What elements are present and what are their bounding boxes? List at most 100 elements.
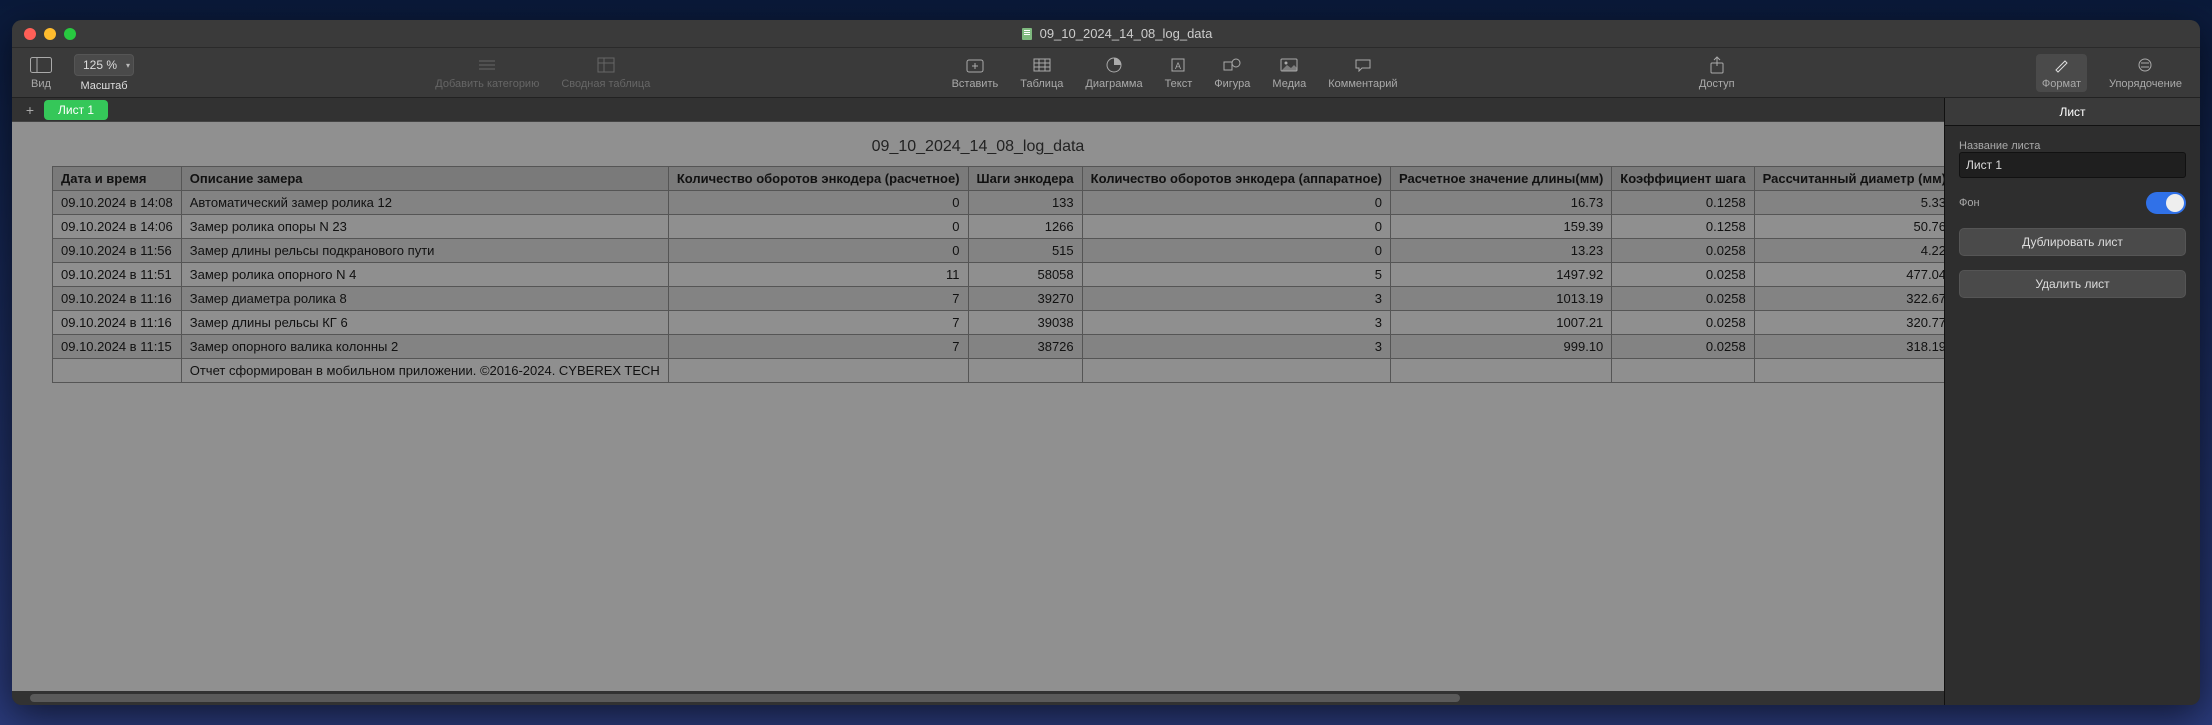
minimize-window-button[interactable] [44,28,56,40]
table-cell[interactable]: 0.1258 [1612,191,1754,215]
column-header[interactable]: Количество оборотов энкодера (аппаратное… [1082,167,1390,191]
data-table[interactable]: Дата и времяОписание замераКоличество об… [52,166,1944,383]
chart-button[interactable]: Диаграмма [1085,56,1142,90]
table-cell[interactable]: 58058 [968,263,1082,287]
table-cell[interactable] [1612,359,1754,383]
table-cell[interactable]: 515 [968,239,1082,263]
table-row[interactable]: 09.10.2024 в 11:16Замер длины рельсы КГ … [53,311,1945,335]
table-row[interactable]: 09.10.2024 в 14:06Замер ролика опоры N 2… [53,215,1945,239]
table-cell[interactable]: 09.10.2024 в 11:51 [53,263,182,287]
table-footer-row[interactable]: Отчет сформирован в мобильном приложении… [53,359,1945,383]
table-cell[interactable]: 0 [668,191,968,215]
table-cell[interactable]: 1497.92 [1391,263,1612,287]
table-row[interactable]: 09.10.2024 в 11:15Замер опорного валика … [53,335,1945,359]
table-cell[interactable]: Автоматический замер ролика 12 [181,191,668,215]
table-cell[interactable]: 0.0258 [1612,287,1754,311]
table-cell[interactable]: 3 [1082,335,1390,359]
table-cell[interactable]: 7 [668,311,968,335]
zoom-value[interactable]: 125 % [74,54,134,76]
table-cell[interactable]: 5.33 [1754,191,1944,215]
table-cell[interactable]: Замер длины рельсы подкранового пути [181,239,668,263]
table-cell[interactable]: 09.10.2024 в 14:08 [53,191,182,215]
table-cell[interactable]: Отчет сформирован в мобильном приложении… [181,359,668,383]
table-cell[interactable] [968,359,1082,383]
table-cell[interactable]: 0.0258 [1612,263,1754,287]
table-cell[interactable]: 39038 [968,311,1082,335]
table-cell[interactable]: Замер ролика опоры N 23 [181,215,668,239]
horizontal-scrollbar[interactable] [12,691,1944,705]
table-row[interactable]: 09.10.2024 в 11:16Замер диаметра ролика … [53,287,1945,311]
column-header[interactable]: Описание замера [181,167,668,191]
table-cell[interactable]: 322.67 [1754,287,1944,311]
table-cell[interactable]: 159.39 [1391,215,1612,239]
table-cell[interactable]: 09.10.2024 в 11:56 [53,239,182,263]
column-header[interactable]: Дата и время [53,167,182,191]
column-header[interactable]: Коэффициент шага [1612,167,1754,191]
scrollbar-thumb[interactable] [30,694,1460,702]
view-button[interactable]: Вид [30,56,52,90]
table-cell[interactable]: 0.0258 [1612,239,1754,263]
table-cell[interactable]: 0.1258 [1612,215,1754,239]
table-cell[interactable]: 7 [668,287,968,311]
table-cell[interactable]: 3 [1082,287,1390,311]
inspector-tab-sheet[interactable]: Лист [1945,98,2200,125]
duplicate-sheet-button[interactable]: Дублировать лист [1959,228,2186,256]
format-button[interactable]: Формат [2036,54,2087,92]
table-cell[interactable]: 999.10 [1391,335,1612,359]
table-cell[interactable]: 1013.19 [1391,287,1612,311]
shape-button[interactable]: Фигура [1214,56,1250,90]
insert-button[interactable]: Вставить [952,56,999,90]
table-cell[interactable]: 4.22 [1754,239,1944,263]
table-cell[interactable]: 133 [968,191,1082,215]
column-header[interactable]: Расчетное значение длины(мм) [1391,167,1612,191]
table-cell[interactable]: 7 [668,335,968,359]
delete-sheet-button[interactable]: Удалить лист [1959,270,2186,298]
table-cell[interactable]: 09.10.2024 в 11:16 [53,311,182,335]
table-cell[interactable]: 477.04 [1754,263,1944,287]
table-cell[interactable]: 320.77 [1754,311,1944,335]
sheet-tab-1[interactable]: Лист 1 [44,100,108,120]
table-cell[interactable]: 50.76 [1754,215,1944,239]
comment-button[interactable]: Комментарий [1328,56,1397,90]
text-button[interactable]: A Текст [1165,56,1193,90]
column-header[interactable]: Рассчитанный диаметр (мм) [1754,167,1944,191]
table-cell[interactable]: 09.10.2024 в 11:16 [53,287,182,311]
column-header[interactable]: Шаги энкодера [968,167,1082,191]
add-sheet-button[interactable]: + [20,101,40,119]
table-cell[interactable]: 09.10.2024 в 11:15 [53,335,182,359]
table-cell[interactable] [668,359,968,383]
add-category-button[interactable]: Добавить категорию [435,56,539,90]
column-header[interactable]: Количество оборотов энкодера (расчетное) [668,167,968,191]
zoom-control[interactable]: 125 % ▾ Масштаб [74,54,134,92]
table-cell[interactable]: 1007.21 [1391,311,1612,335]
table-cell[interactable]: 39270 [968,287,1082,311]
table-cell[interactable]: 5 [1082,263,1390,287]
table-cell[interactable]: 16.73 [1391,191,1612,215]
fullscreen-window-button[interactable] [64,28,76,40]
table-cell[interactable]: 38726 [968,335,1082,359]
sheet-name-input[interactable] [1959,152,2186,178]
table-cell[interactable]: Замер ролика опорного N 4 [181,263,668,287]
table-cell[interactable]: 09.10.2024 в 14:06 [53,215,182,239]
table-cell[interactable] [53,359,182,383]
background-toggle[interactable] [2146,192,2186,214]
table-row[interactable]: 09.10.2024 в 11:51Замер ролика опорного … [53,263,1945,287]
table-cell[interactable]: 0 [1082,215,1390,239]
table-cell[interactable]: 1266 [968,215,1082,239]
table-cell[interactable] [1082,359,1390,383]
table-cell[interactable]: 0 [1082,239,1390,263]
pivot-table-button[interactable]: Сводная таблица [561,56,650,90]
table-cell[interactable]: 13.23 [1391,239,1612,263]
table-cell[interactable] [1754,359,1944,383]
table-row[interactable]: 09.10.2024 в 11:56Замер длины рельсы под… [53,239,1945,263]
table-cell[interactable]: 0.0258 [1612,335,1754,359]
media-button[interactable]: Медиа [1272,56,1306,90]
close-window-button[interactable] [24,28,36,40]
table-cell[interactable]: 0 [1082,191,1390,215]
table-cell[interactable]: 318.19 [1754,335,1944,359]
organize-button[interactable]: Упорядочение [2109,56,2182,90]
table-cell[interactable]: 11 [668,263,968,287]
share-button[interactable]: Доступ [1699,56,1735,90]
table-cell[interactable]: 0 [668,215,968,239]
table-row[interactable]: 09.10.2024 в 14:08Автоматический замер р… [53,191,1945,215]
